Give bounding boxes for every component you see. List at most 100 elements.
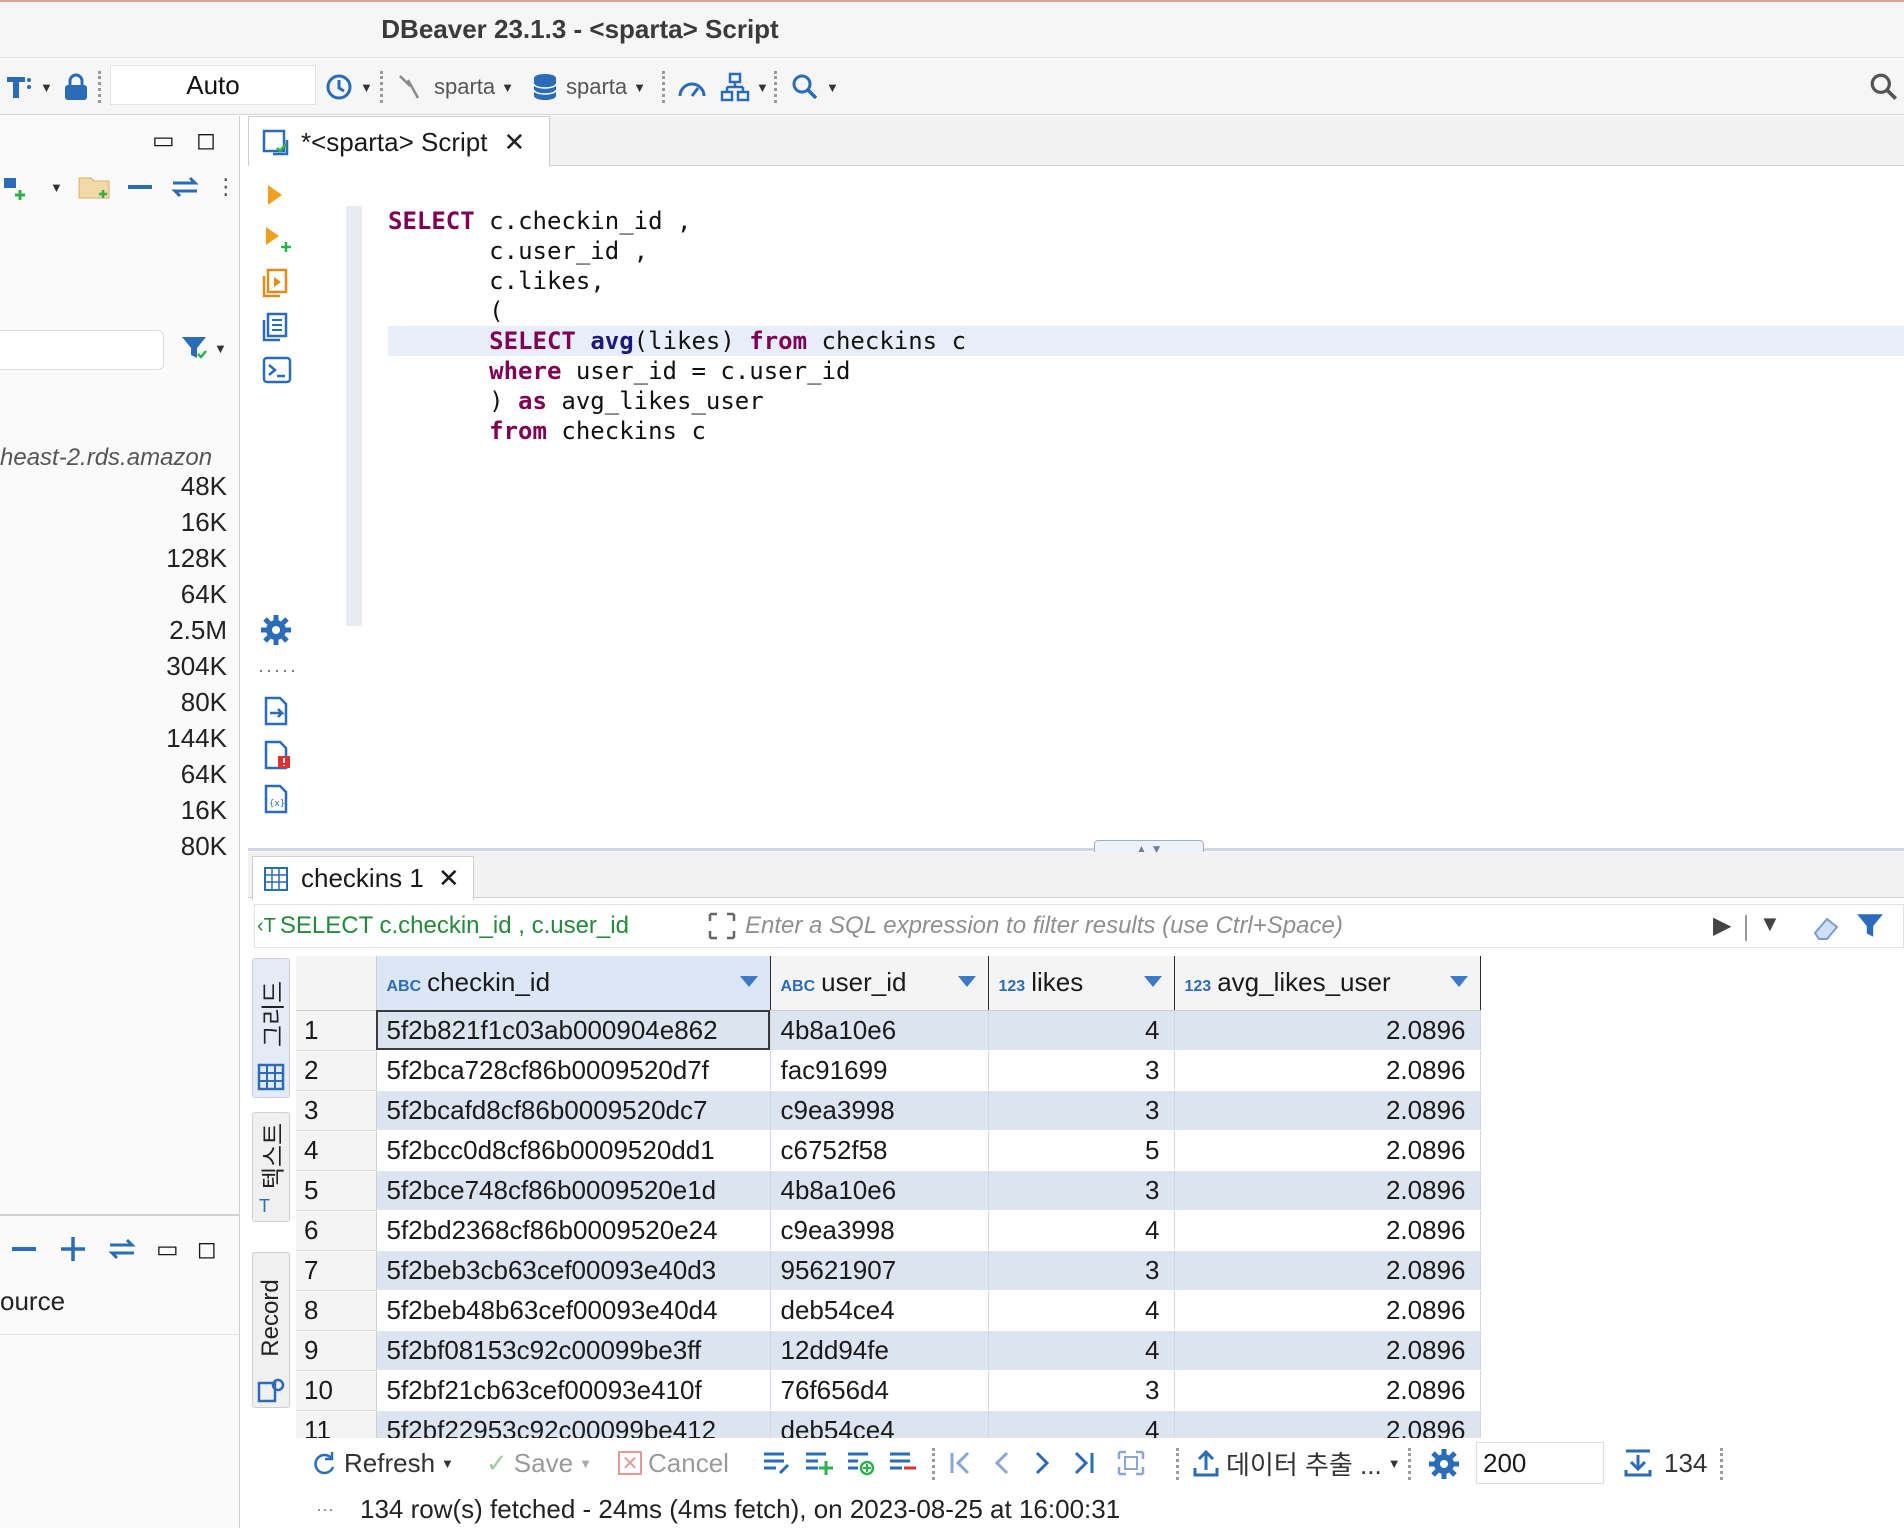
column-header-avg-likes-user[interactable]: 123 avg_likes_user (1174, 956, 1481, 1011)
previous-page-icon[interactable] (992, 1449, 1012, 1477)
row-number-cell[interactable]: 5 (296, 1170, 377, 1211)
execute-script-icon[interactable] (262, 268, 290, 298)
checkin-id-cell[interactable]: 5f2bcc0d8cf86b0009520dd1 (376, 1130, 771, 1171)
user-id-cell[interactable]: 76f656d4 (770, 1370, 989, 1411)
new-folder-icon[interactable] (77, 172, 111, 202)
likes-cell[interactable]: 4 (988, 1290, 1175, 1331)
likes-cell[interactable]: 4 (988, 1010, 1175, 1051)
delete-row-icon[interactable] (888, 1449, 918, 1477)
execute-statement-icon[interactable] (262, 182, 288, 208)
row-number-cell[interactable]: 6 (296, 1210, 377, 1251)
avg-likes-user-cell[interactable]: 2.0896 (1174, 1050, 1481, 1091)
row-number-cell[interactable]: 1 (296, 1010, 377, 1051)
likes-cell[interactable]: 3 (988, 1370, 1175, 1411)
search-button[interactable]: ▼ (790, 69, 839, 105)
fetch-all-button[interactable]: 134 (1622, 1446, 1707, 1480)
close-icon[interactable]: ✕ (438, 863, 460, 894)
edit-row-icon[interactable] (762, 1449, 792, 1477)
fit-icon[interactable] (1116, 1449, 1146, 1477)
save-button[interactable]: ✓ Save ▼ (486, 1446, 592, 1480)
editor-results-splitter[interactable] (248, 848, 1904, 851)
minimize-icon[interactable]: ▭ (152, 126, 175, 155)
table-row[interactable]: 11 5f2bf22953c92c00099be412 deb54ce4 4 2.089… (296, 1410, 1481, 1440)
user-id-cell[interactable]: fac91699 (770, 1050, 989, 1091)
more-icon[interactable]: ··· (316, 1499, 334, 1520)
dashboard-button[interactable] (676, 69, 708, 105)
filter-expression-input[interactable]: Enter a SQL expression to filter results… (745, 909, 1343, 943)
table-row[interactable]: 9 5f2bf08153c92c00099be3ff 12dd94fe 4 2.0896 (296, 1330, 1481, 1371)
results-grid[interactable]: ABC checkin_id ABC user_id 123 likes 123 avg… (296, 956, 1904, 1440)
refresh-button[interactable]: Refresh ▼ (310, 1446, 454, 1480)
filter-icon[interactable] (1855, 911, 1885, 941)
table-row[interactable]: 5 5f2bce748cf86b0009520e1d 4b8a10e6 3 2.0896 (296, 1170, 1481, 1211)
eraser-icon[interactable] (1809, 911, 1841, 943)
user-id-cell[interactable]: c9ea3998 (770, 1210, 989, 1251)
row-number-cell[interactable]: 3 (296, 1090, 377, 1131)
gear-icon[interactable] (260, 614, 292, 646)
table-row[interactable]: 1 5f2b821f1c03ab000904e862 4b8a10e6 4 2.0896 (296, 1010, 1481, 1051)
row-number-cell[interactable]: 7 (296, 1250, 377, 1291)
first-page-icon[interactable] (948, 1449, 972, 1477)
collapse-icon[interactable] (125, 172, 155, 202)
avg-likes-user-cell[interactable]: 2.0896 (1174, 1290, 1481, 1331)
last-page-icon[interactable] (1072, 1449, 1096, 1477)
checkin-id-cell[interactable]: 5f2bf08153c92c00099be3ff (376, 1330, 771, 1371)
cancel-button[interactable]: ✕ Cancel (618, 1446, 729, 1480)
avg-likes-user-cell[interactable]: 2.0896 (1174, 1130, 1481, 1171)
table-row[interactable]: 8 5f2beb48b63cef00093e40d4 deb54ce4 4 2.0896 (296, 1290, 1481, 1331)
user-id-cell[interactable]: c6752f58 (770, 1130, 989, 1171)
user-id-cell[interactable]: 95621907 (770, 1250, 989, 1291)
checkin-id-cell[interactable]: 5f2bca728cf86b0009520d7f (376, 1050, 771, 1091)
expand-filter-icon[interactable] (707, 911, 737, 941)
commit-mode-field[interactable]: Auto (110, 65, 316, 105)
er-diagram-button[interactable]: ▼ (720, 69, 769, 105)
checkin-id-cell[interactable]: 5f2bf21cb63cef00093e410f (376, 1370, 771, 1411)
checkin-id-cell[interactable]: 5f2beb3cb63cef00093e40d3 (376, 1250, 771, 1291)
explain-plan-icon[interactable] (262, 312, 290, 342)
sort-icon[interactable] (1143, 976, 1162, 987)
checkin-id-cell[interactable]: 5f2bcafd8cf86b0009520dc7 (376, 1090, 771, 1131)
column-header-likes[interactable]: 123 likes (988, 956, 1175, 1011)
close-icon[interactable]: ✕ (503, 127, 525, 158)
avg-likes-user-cell[interactable]: 2.0896 (1174, 1170, 1481, 1211)
maximize-icon[interactable]: ◻ (197, 1235, 217, 1264)
row-number-cell[interactable]: 11 (296, 1410, 377, 1440)
gear-icon[interactable] (1428, 1448, 1460, 1480)
filter-history-icon[interactable]: ▼ (1759, 911, 1781, 937)
avg-likes-user-cell[interactable]: 2.0896 (1174, 1330, 1481, 1371)
likes-cell[interactable]: 4 (988, 1210, 1175, 1251)
navigator-filter-input[interactable] (0, 330, 164, 370)
likes-cell[interactable]: 3 (988, 1250, 1175, 1291)
variables-icon[interactable]: {x} (262, 784, 290, 814)
avg-likes-user-cell[interactable]: 2.0896 (1174, 1370, 1481, 1411)
row-number-cell[interactable]: 9 (296, 1330, 377, 1371)
sort-icon[interactable] (739, 976, 758, 987)
add-row-icon[interactable] (804, 1449, 834, 1477)
user-id-cell[interactable]: deb54ce4 (770, 1290, 989, 1331)
export-data-button[interactable]: 데이터 추출 ... ▼ (1192, 1446, 1401, 1480)
apply-filter-icon[interactable]: ▶ (1713, 911, 1731, 940)
copy-row-icon[interactable] (846, 1449, 876, 1477)
terminal-icon[interactable] (262, 356, 292, 384)
global-search-button[interactable] (1868, 69, 1900, 105)
table-row[interactable]: 6 5f2bd2368cf86b0009520e24 c9ea3998 4 2.0896 (296, 1210, 1481, 1251)
checkin-id-cell[interactable]: 5f2b821f1c03ab000904e862 (376, 1010, 771, 1051)
more-options-icon[interactable]: ⋮ (215, 174, 237, 200)
transaction-mode-button[interactable]: ▼ (4, 69, 53, 105)
link-sync-icon[interactable] (106, 1234, 138, 1264)
schema-selector[interactable]: sparta ▼ (532, 69, 646, 105)
history-button[interactable]: ▼ (324, 69, 373, 105)
avg-likes-user-cell[interactable]: 2.0896 (1174, 1250, 1481, 1291)
user-id-cell[interactable]: 12dd94fe (770, 1330, 989, 1371)
likes-cell[interactable]: 3 (988, 1050, 1175, 1091)
row-number-cell[interactable]: 4 (296, 1130, 377, 1171)
sort-icon[interactable] (957, 976, 976, 987)
sort-icon[interactable] (1449, 976, 1468, 987)
avg-likes-user-cell[interactable]: 2.0896 (1174, 1210, 1481, 1251)
add-icon[interactable] (58, 1234, 88, 1264)
avg-likes-user-cell[interactable]: 2.0896 (1174, 1410, 1481, 1440)
likes-cell[interactable]: 4 (988, 1330, 1175, 1371)
link-sync-icon[interactable] (169, 172, 201, 202)
likes-cell[interactable]: 3 (988, 1090, 1175, 1131)
active-query-label[interactable]: ‹T SELECT c.checkin_id , c.user_id (257, 909, 629, 943)
